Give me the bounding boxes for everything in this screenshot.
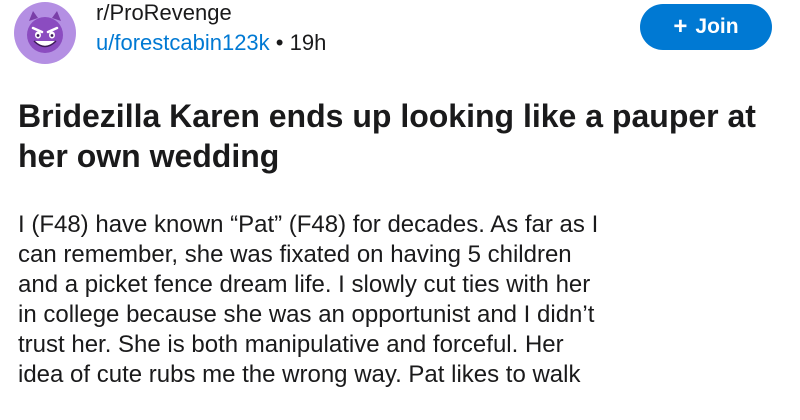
post-body-line: I (F48) have known “Pat” (F48) for decad… bbox=[18, 211, 599, 238]
subreddit-name[interactable]: r/ProRevenge bbox=[96, 0, 326, 26]
subreddit-avatar[interactable] bbox=[14, 2, 76, 64]
meta-separator: • bbox=[275, 30, 284, 55]
post-body-line: in college because she was an opportunis… bbox=[18, 301, 595, 328]
post-body: I (F48) have known “Pat” (F48) for decad… bbox=[18, 210, 798, 390]
join-button[interactable]: + Join bbox=[640, 4, 772, 50]
post-body-line: idea of cute rubs me the wrong way. Pat … bbox=[18, 361, 581, 388]
author-line: u/forestcabin123k • 19h bbox=[96, 28, 326, 58]
join-button-label: Join bbox=[695, 15, 739, 38]
post-meta: r/ProRevenge u/forestcabin123k • 19h bbox=[96, 0, 326, 58]
smiling-devil-icon bbox=[27, 11, 63, 53]
post-header: r/ProRevenge u/forestcabin123k • 19h + J… bbox=[0, 0, 800, 70]
post-title: Bridezilla Karen ends up looking like a … bbox=[18, 98, 756, 174]
post-body-line: and a picket fence dream life. I slowly … bbox=[18, 271, 591, 298]
post-body-line: can remember, she was fixated on having … bbox=[18, 241, 572, 268]
author-username[interactable]: u/forestcabin123k bbox=[96, 30, 270, 55]
post-body-line: trust her. She is both manipulative and … bbox=[18, 331, 564, 358]
plus-icon: + bbox=[673, 13, 688, 40]
post-time: 19h bbox=[289, 30, 327, 55]
